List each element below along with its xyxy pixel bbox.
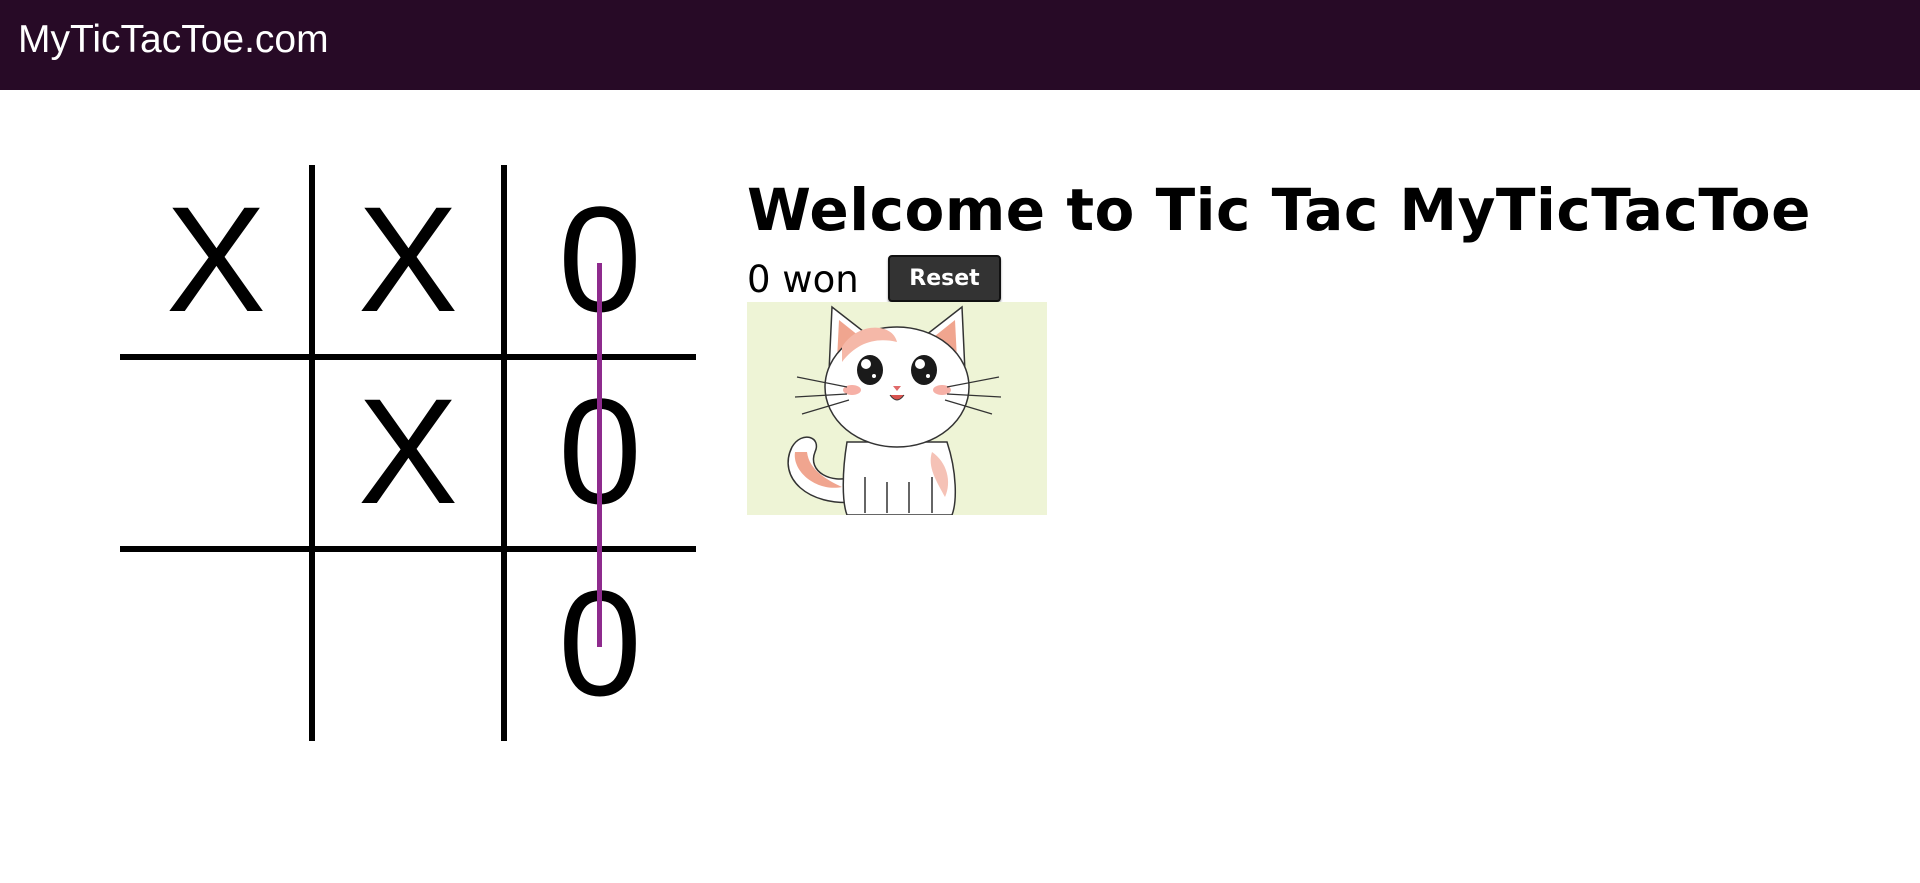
grid-line-vertical-2 (501, 165, 507, 741)
board-cell-7[interactable] (312, 549, 504, 741)
info-panel: Welcome to Tic Tac MyTicTacToe (747, 170, 1811, 250)
grid-line-vertical-1 (309, 165, 315, 741)
top-navigation-bar: MyTicTacToe.com (0, 0, 1920, 90)
game-status-row: 0 won (747, 255, 859, 305)
tic-tac-toe-board: X X 0 X 0 0 (120, 165, 696, 741)
kitten-image (747, 302, 1047, 515)
kitten-illustration (747, 302, 1047, 515)
board-cell-0[interactable]: X (120, 165, 312, 357)
board-cell-4[interactable]: X (312, 357, 504, 549)
game-status-text: 0 won (747, 258, 859, 301)
board-cell-3[interactable] (120, 357, 312, 549)
winning-line (597, 263, 602, 647)
welcome-heading: Welcome to Tic Tac MyTicTacToe (747, 176, 1811, 244)
site-title-link[interactable]: MyTicTacToe.com (18, 15, 329, 65)
grid-line-horizontal-1 (120, 354, 696, 360)
board-cell-1[interactable]: X (312, 165, 504, 357)
reset-button[interactable]: Reset (888, 255, 1001, 302)
grid-line-horizontal-2 (120, 546, 696, 552)
board-cell-6[interactable] (120, 549, 312, 741)
